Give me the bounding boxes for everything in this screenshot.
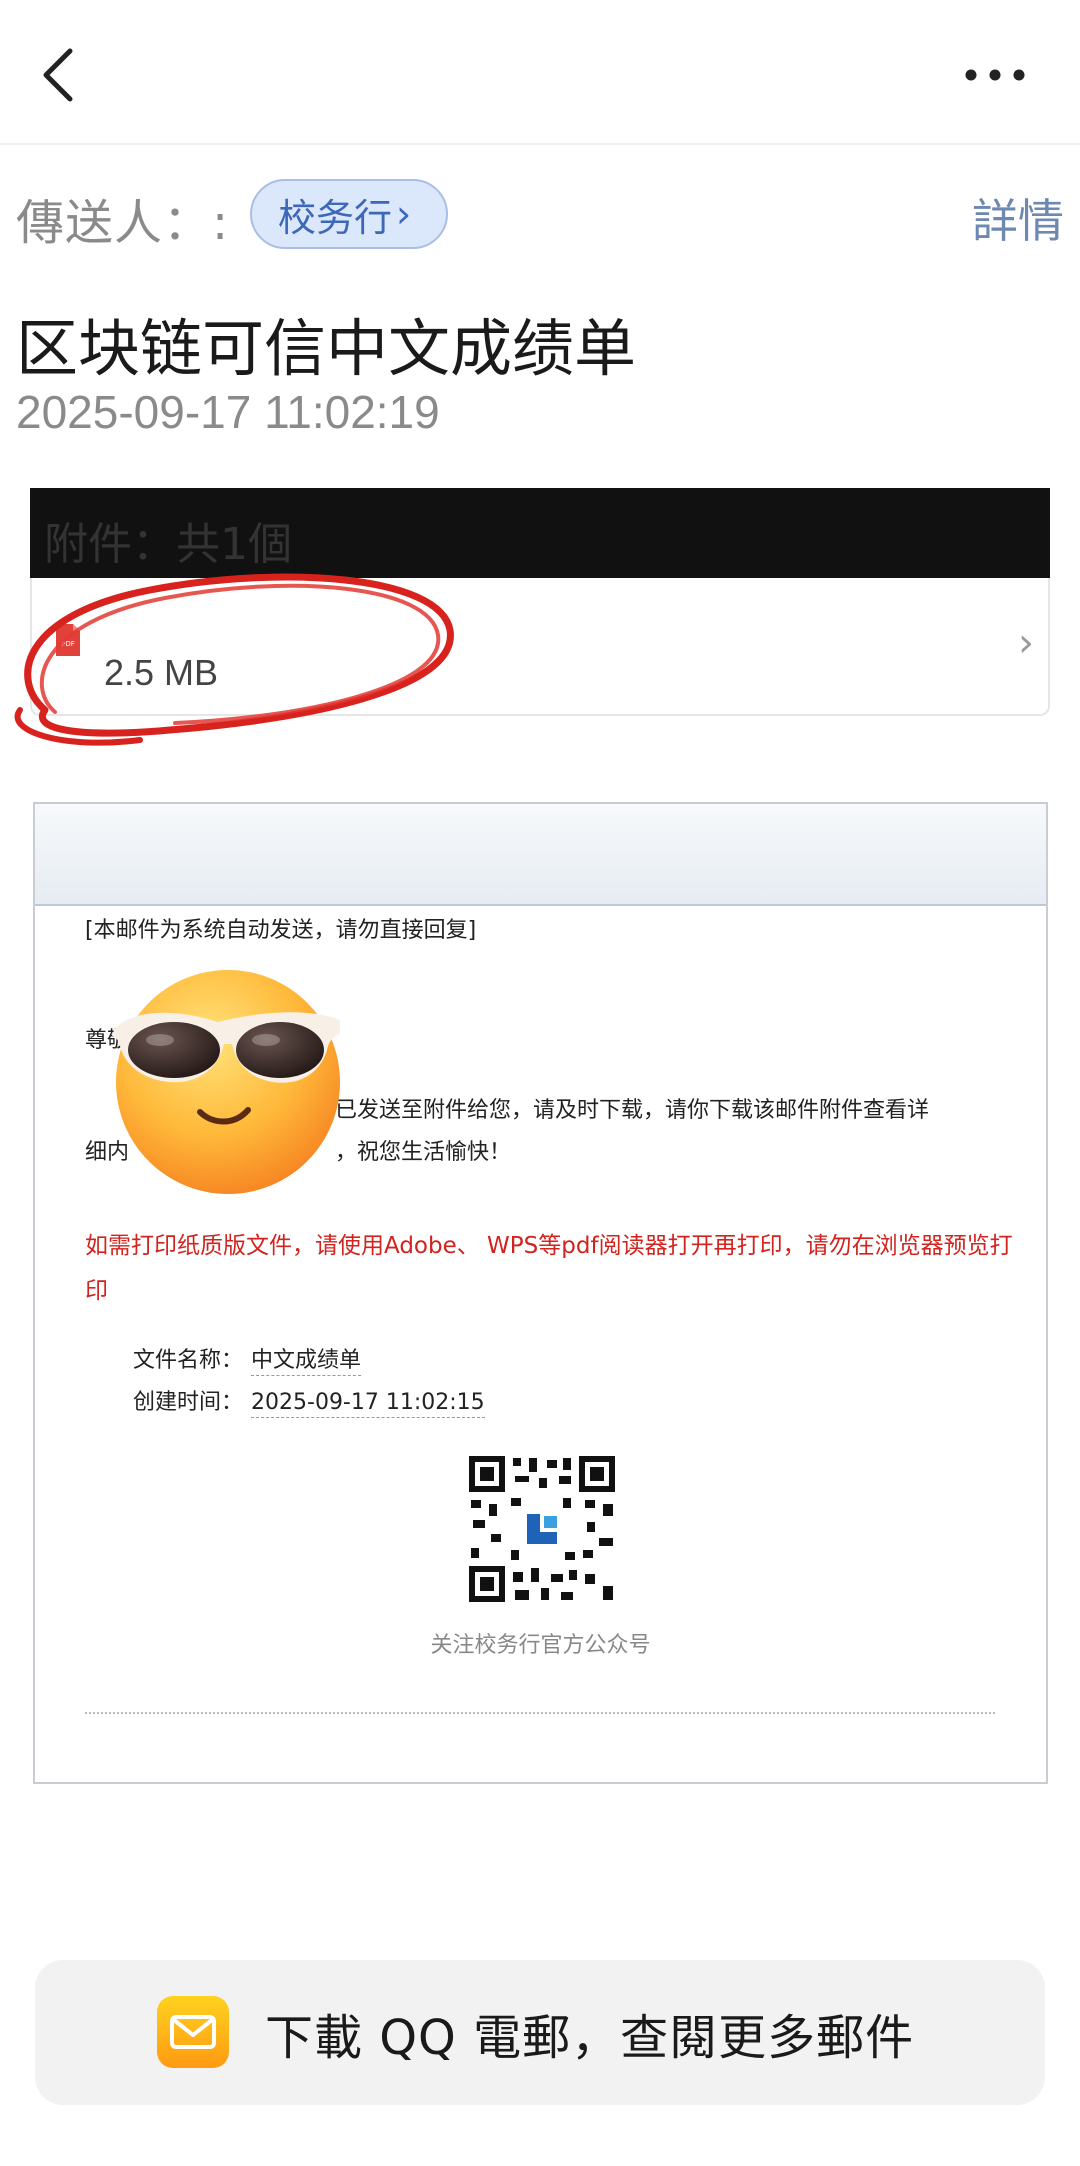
sender-chip[interactable]: 校务行 › — [250, 179, 448, 249]
top-bar — [0, 0, 1080, 145]
created-time-value: 2025-09-17 11:02:15 — [251, 1390, 485, 1418]
file-name-row: 文件名称： 中文成绩单 — [133, 1342, 362, 1376]
sender-row: 傳送人：: 校务行 › 詳情 — [0, 175, 1080, 260]
file-name-label: 文件名称： — [133, 1348, 244, 1373]
chevron-right-icon: › — [396, 192, 412, 236]
pdf-type-label: PDF — [61, 640, 75, 648]
pdf-icon: PDF — [56, 624, 80, 656]
chevron-left-icon — [43, 48, 73, 102]
auto-send-note: [本邮件为系统自动发送，请勿直接回复] — [85, 918, 477, 943]
mail-body-line2-end: ，祝您生活愉快！ — [335, 1140, 512, 1165]
attachment-item[interactable]: PDF 2.5 MB › — [30, 578, 1050, 716]
attachments-count: 附件：共1個 — [44, 519, 292, 570]
mail-content-card: [本邮件为系统自动发送，请勿直接回复] 尊敬 已发送至附件给您，请及时下载，请你… — [33, 802, 1048, 1784]
file-name-value: 中文成绩单 — [251, 1348, 362, 1376]
email-subject: 区块链可信中文成绩单 — [16, 312, 637, 385]
sender-name: 校务行 — [278, 195, 393, 240]
download-qq-mail-banner[interactable]: 下載 QQ 電郵，查閱更多郵件 — [35, 1960, 1045, 2105]
email-datetime: 2025-09-17 11:02:19 — [16, 386, 440, 438]
qq-mail-icon — [157, 1996, 229, 2068]
more-options-button[interactable] — [960, 55, 1030, 95]
qr-code-image — [467, 1454, 617, 1604]
qr-caption: 关注校务行官方公众号 — [430, 1633, 651, 1658]
chevron-right-icon: › — [1018, 620, 1034, 666]
mail-card-header — [35, 804, 1046, 906]
mail-divider — [85, 1712, 995, 1714]
attachment-size: 2.5 MB — [104, 652, 219, 693]
back-button[interactable] — [30, 35, 90, 115]
download-banner-text: 下載 QQ 電郵，查閱更多郵件 — [265, 2010, 915, 2066]
attachments-header: 附件：共1個 — [30, 488, 1050, 578]
more-horizontal-icon — [965, 69, 1025, 81]
mail-body-line1: 已发送至附件给您，请及时下载，请你下载该邮件附件查看详 — [335, 1098, 930, 1123]
details-link[interactable]: 詳情 — [972, 185, 1064, 251]
created-time-label: 创建时间： — [133, 1390, 244, 1415]
print-warning: 如需打印纸质版文件，请使用Adobe、 WPS等pdf阅读器打开再打印，请勿在浏… — [85, 1233, 1013, 1304]
created-time-row: 创建时间： 2025-09-17 11:02:15 — [133, 1384, 485, 1418]
sunglasses-emoji-icon — [112, 970, 340, 1194]
sender-label: 傳送人：: — [16, 195, 230, 251]
